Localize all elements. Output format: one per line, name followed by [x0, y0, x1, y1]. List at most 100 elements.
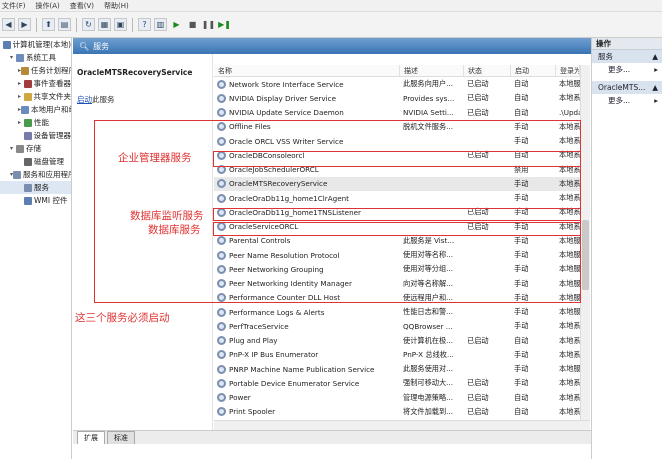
- tree-item[interactable]: ▾ 系统工具: [0, 51, 71, 64]
- service-row[interactable]: NVIDIA Update Service Daemon NVIDIA Setti…: [214, 106, 580, 120]
- service-startup-type: 自动: [514, 392, 529, 402]
- tree-item[interactable]: ▸ 共享文件夹: [0, 90, 71, 103]
- column-header-logon[interactable]: 登录为: [556, 65, 580, 76]
- service-description: 强制可移动大...: [403, 378, 453, 388]
- collapse-icon[interactable]: ▲: [652, 81, 658, 94]
- restart-service-icon[interactable]: ▶❚: [218, 18, 231, 31]
- tree-item[interactable]: 设备管理器: [0, 129, 71, 142]
- tree-item[interactable]: ▾ 服务和应用程序: [0, 168, 71, 181]
- service-gear-icon: [217, 393, 226, 403]
- tree-item[interactable]: 计算机管理(本地): [0, 38, 71, 51]
- actions-more-oracle[interactable]: 更多... ▸: [592, 94, 662, 108]
- tree-item-label: 本地用户和组: [31, 105, 72, 114]
- tree-item[interactable]: ▾ 存储: [0, 142, 71, 155]
- start-service-icon[interactable]: ▶: [170, 18, 183, 31]
- service-name-cell: PNRP Machine Name Publication Service: [214, 364, 400, 374]
- tree-item-label: 服务和应用程序: [23, 170, 72, 179]
- service-row[interactable]: Power 管理电源策略... 已启动 自动 本地系统: [214, 391, 580, 405]
- tree-node-icon: [24, 157, 32, 166]
- actions-more-services[interactable]: 更多... ▸: [592, 63, 662, 77]
- tree-item[interactable]: ▸ 性能: [0, 116, 71, 129]
- tree-item[interactable]: 服务: [0, 181, 71, 194]
- tree-item[interactable]: ▸ 事件查看器: [0, 77, 71, 90]
- start-service-link[interactable]: 启动: [77, 95, 92, 104]
- show-tree-icon[interactable]: ▤: [58, 18, 71, 31]
- service-name-cell: Network Store Interface Service: [214, 79, 400, 89]
- forward-arrow-icon[interactable]: ▶: [18, 18, 31, 31]
- service-status: 已启动: [467, 378, 489, 388]
- start-service-text: 启动此服务: [77, 94, 115, 105]
- service-gear-icon: [217, 407, 226, 417]
- service-row[interactable]: PerfTraceService QQBrowser ... 手动 本地系统: [214, 319, 580, 333]
- service-row[interactable]: PnP-X IP Bus Enumerator PnP-X 总线枚... 手动 本地系…: [214, 348, 580, 362]
- stop-service-icon[interactable]: ■: [186, 18, 199, 31]
- actions-section-title: 服务: [598, 52, 613, 61]
- service-description: 此服务使用对...: [403, 364, 453, 374]
- toolbar-separator: [76, 17, 77, 32]
- collapse-icon[interactable]: ▲: [652, 50, 658, 63]
- column-header-description[interactable]: 描述: [400, 65, 464, 76]
- service-row[interactable]: Performance Logs & Alerts 性能日志和警... 手动 本地服务: [214, 305, 580, 319]
- menu-bar: 文件(F) 操作(A) 查看(V) 帮助(H): [0, 0, 662, 12]
- column-header-status[interactable]: 状态: [464, 65, 511, 76]
- tree-item[interactable]: 磁盘管理: [0, 155, 71, 168]
- service-description: 使计算机在极...: [403, 335, 453, 345]
- refresh-icon[interactable]: ↻: [82, 18, 95, 31]
- service-row[interactable]: Print Spooler 将文件加载到... 已启动 自动 本地系统: [214, 405, 580, 419]
- service-row[interactable]: Network Store Interface Service 此服务向用户...…: [214, 77, 580, 91]
- column-header-name[interactable]: 名称: [214, 65, 400, 76]
- service-description: 此服务向用户...: [403, 79, 453, 89]
- up-folder-icon[interactable]: ⬆: [42, 18, 55, 31]
- service-name: Portable Device Enumerator Service: [229, 378, 360, 388]
- service-status: 已启动: [467, 335, 489, 345]
- help-icon[interactable]: ?: [138, 18, 151, 31]
- tree-item[interactable]: ▸ 任务计划程序: [0, 64, 71, 77]
- service-row[interactable]: Portable Device Enumerator Service 强制可移动大…: [214, 376, 580, 390]
- service-gear-icon: [217, 93, 226, 103]
- expander-icon[interactable]: ▸: [18, 80, 24, 87]
- expander-icon[interactable]: ▸: [18, 93, 24, 100]
- service-gear-icon: [217, 108, 226, 118]
- pause-service-icon[interactable]: ❚❚: [202, 18, 215, 31]
- service-name: PNRP Machine Name Publication Service: [229, 364, 375, 374]
- service-row[interactable]: PNRP Machine Name Publication Service 此服务…: [214, 362, 580, 376]
- tree-item[interactable]: ▸ 本地用户和组: [0, 103, 71, 116]
- service-gear-icon: [217, 321, 226, 331]
- actions-section-oracle[interactable]: OracleMTS... ▲: [592, 81, 662, 94]
- service-status: 已启动: [467, 79, 489, 89]
- properties-icon[interactable]: ▣: [114, 18, 127, 31]
- tree-item[interactable]: WMI 控件: [0, 194, 71, 207]
- column-header-startup[interactable]: 启动: [511, 65, 556, 76]
- service-description: 将文件加载到...: [403, 406, 453, 416]
- scrollbar-thumb[interactable]: [582, 220, 589, 290]
- action-pane-icon[interactable]: ▥: [154, 18, 167, 31]
- actions-header: 操作: [592, 38, 662, 50]
- service-row[interactable]: Plug and Play 使计算机在极... 已启动 自动 本地系统: [214, 334, 580, 348]
- service-name: Print Spooler: [229, 407, 276, 417]
- service-startup-type: 手动: [514, 378, 529, 388]
- menu-file[interactable]: 文件(F): [2, 1, 26, 11]
- back-arrow-icon[interactable]: ◀: [2, 18, 15, 31]
- service-row[interactable]: NVIDIA Display Driver Service Provides sy…: [214, 91, 580, 105]
- toolbar: ◀ ▶ ⬆ ▤ ↻ ▦ ▣ ? ▥ ▶ ■ ❚❚ ▶❚: [0, 12, 662, 38]
- actions-section-services[interactable]: 服务 ▲: [592, 50, 662, 63]
- submenu-arrow-icon: ▸: [654, 65, 658, 74]
- tab-standard[interactable]: 标准: [107, 431, 135, 444]
- vertical-scrollbar[interactable]: [580, 65, 590, 420]
- tab-extended[interactable]: 扩展: [77, 431, 105, 444]
- service-description: Provides sys...: [403, 93, 455, 103]
- service-name: NVIDIA Display Driver Service: [229, 93, 337, 103]
- service-description: PnP-X 总线枚...: [403, 349, 454, 359]
- menu-view[interactable]: 查看(V): [70, 1, 94, 11]
- horizontal-scrollbar[interactable]: [214, 420, 590, 430]
- menu-help[interactable]: 帮助(H): [104, 1, 129, 11]
- tree-node-icon: [2, 40, 11, 49]
- tree-item-label: WMI 控件: [34, 196, 68, 205]
- console-tree: 计算机管理(本地) ▾ 系统工具 ▸ 任务计划程序 ▸ 事件查看器 ▸ 共享文件夹 ▸ 本地用户和组…: [0, 38, 72, 459]
- service-gear-icon: [217, 364, 226, 374]
- export-list-icon[interactable]: ▦: [98, 18, 111, 31]
- service-gear-icon: [217, 378, 226, 388]
- service-logon: 本地系统: [559, 93, 580, 103]
- menu-action[interactable]: 操作(A): [36, 1, 60, 11]
- service-gear-icon: [217, 350, 226, 360]
